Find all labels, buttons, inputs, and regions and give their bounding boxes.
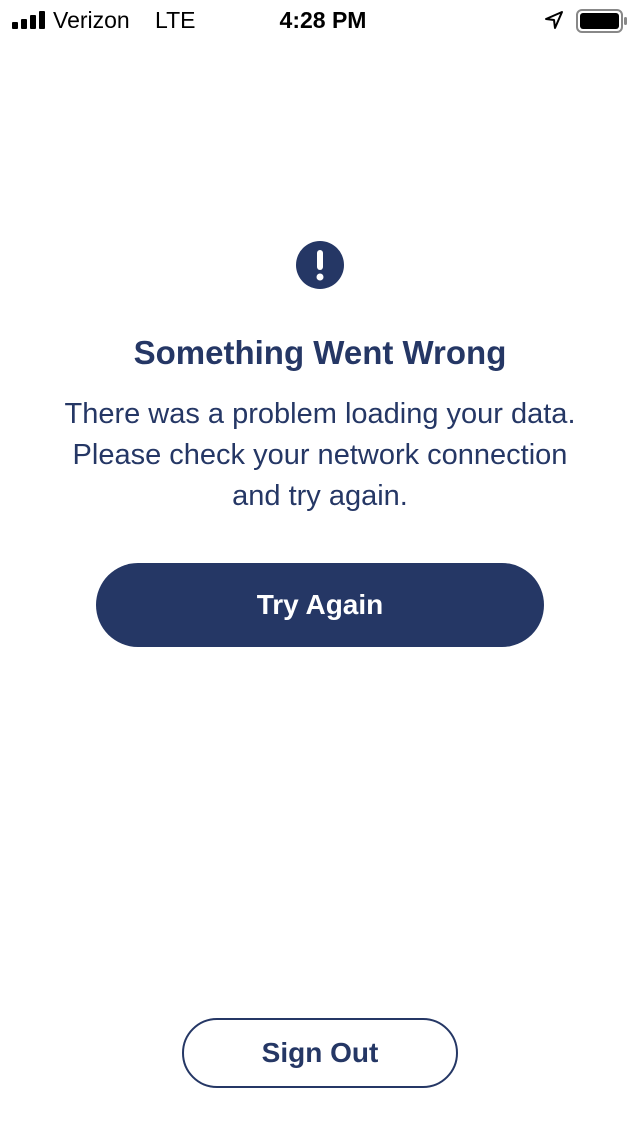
try-again-button[interactable]: Try Again <box>96 563 544 647</box>
sign-out-button[interactable]: Sign Out <box>182 1018 458 1088</box>
status-bar: Verizon LTE 4:28 PM <box>0 0 640 40</box>
error-title: Something Went Wrong <box>133 334 507 371</box>
battery-icon <box>576 9 627 33</box>
error-message: There was a problem loading your data. P… <box>64 398 576 512</box>
exclamation-circle-icon <box>296 241 344 289</box>
location-arrow-icon <box>545 11 563 29</box>
